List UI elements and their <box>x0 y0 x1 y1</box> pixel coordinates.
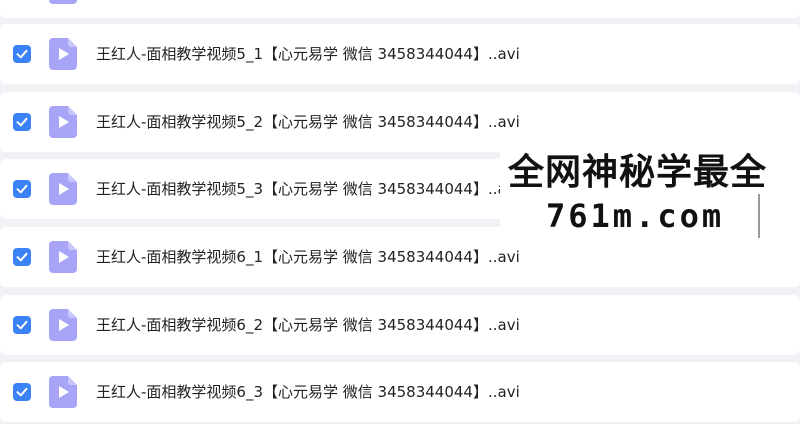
file-name[interactable]: 王红人-面相教学视频5_3【心元易学 微信 3458344044】..avi <box>96 177 520 201</box>
checkmark-icon <box>16 252 28 262</box>
file-row[interactable]: 王红人-面相教学视频6_3【心元易学 微信 3458344044】..avi <box>0 362 800 422</box>
file-list: 王红人-面相教学视频5_1【心元易学 微信 3458344044】..avi 王… <box>0 0 800 424</box>
checkmark-icon <box>16 49 28 59</box>
video-file-icon <box>49 241 77 273</box>
file-name[interactable]: 王红人-面相教学视频5_1【心元易学 微信 3458344044】..avi <box>96 42 520 66</box>
file-checkbox[interactable] <box>13 383 31 401</box>
file-checkbox[interactable] <box>13 45 31 63</box>
video-file-icon <box>49 0 77 4</box>
file-name[interactable]: 王红人-面相教学视频6_1【心元易学 微信 3458344044】..avi <box>96 245 520 269</box>
watermark: 全网神秘学最全 761m.com <box>500 148 800 244</box>
checkmark-icon <box>16 320 28 330</box>
checkmark-icon <box>16 387 28 397</box>
watermark-divider <box>758 194 760 238</box>
file-name[interactable]: 王红人-面相教学视频6_3【心元易学 微信 3458344044】..avi <box>96 380 520 404</box>
checkmark-icon <box>16 117 28 127</box>
file-row-partial[interactable] <box>0 0 800 18</box>
watermark-url: 761m.com <box>546 197 725 235</box>
file-checkbox[interactable] <box>13 113 31 131</box>
file-name[interactable]: 王红人-面相教学视频6_2【心元易学 微信 3458344044】..avi <box>96 313 520 337</box>
video-file-icon <box>49 173 77 205</box>
video-file-icon <box>49 309 77 341</box>
file-row[interactable]: 王红人-面相教学视频6_2【心元易学 微信 3458344044】..avi <box>0 295 800 355</box>
video-file-icon <box>49 106 77 138</box>
file-row[interactable]: 王红人-面相教学视频5_1【心元易学 微信 3458344044】..avi <box>0 24 800 84</box>
checkmark-icon <box>16 184 28 194</box>
file-name[interactable]: 王红人-面相教学视频5_2【心元易学 微信 3458344044】..avi <box>96 110 520 134</box>
video-file-icon <box>49 38 77 70</box>
file-checkbox[interactable] <box>13 180 31 198</box>
file-row[interactable]: 王红人-面相教学视频5_2【心元易学 微信 3458344044】..avi <box>0 92 800 152</box>
watermark-title: 全网神秘学最全 <box>508 151 768 193</box>
video-file-icon <box>49 376 77 408</box>
file-checkbox[interactable] <box>13 248 31 266</box>
file-checkbox[interactable] <box>13 316 31 334</box>
